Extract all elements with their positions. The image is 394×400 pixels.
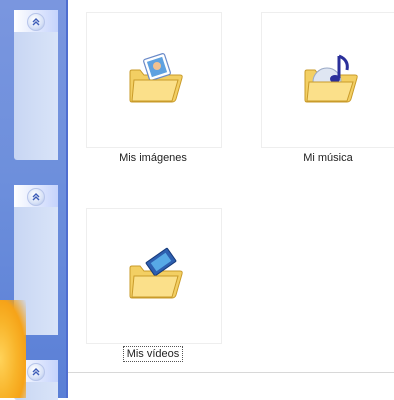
task-pane-section-header[interactable] xyxy=(14,10,58,32)
folder-view: Mis imágenes Mi música Mis vídeos xyxy=(68,0,394,398)
folder-item-music[interactable]: Mi música xyxy=(243,0,394,170)
folder-label[interactable]: Mis vídeos xyxy=(86,346,220,362)
task-pane-section-header[interactable] xyxy=(14,185,58,207)
task-pane xyxy=(0,0,68,400)
folder-label[interactable]: Mis imágenes xyxy=(86,152,220,164)
folder-thumbnail[interactable] xyxy=(86,208,222,344)
pictures-folder-icon xyxy=(129,53,183,103)
task-pane-section xyxy=(14,10,58,160)
folder-thumbnail[interactable] xyxy=(86,12,222,148)
status-divider xyxy=(68,372,394,373)
folder-item-videos[interactable]: Mis vídeos xyxy=(68,196,222,366)
collapse-button[interactable] xyxy=(27,13,45,31)
start-button-glow xyxy=(0,300,26,398)
chevron-up-double-icon xyxy=(32,368,40,376)
folder-thumbnail[interactable] xyxy=(261,12,394,148)
collapse-button[interactable] xyxy=(27,363,45,381)
chevron-up-double-icon xyxy=(32,193,40,201)
folder-label[interactable]: Mi música xyxy=(261,152,394,164)
chevron-up-double-icon xyxy=(32,18,40,26)
folder-item-pictures[interactable]: Mis imágenes xyxy=(68,0,222,170)
music-folder-icon xyxy=(304,54,358,103)
videos-folder-icon xyxy=(129,247,183,299)
collapse-button[interactable] xyxy=(27,188,45,206)
